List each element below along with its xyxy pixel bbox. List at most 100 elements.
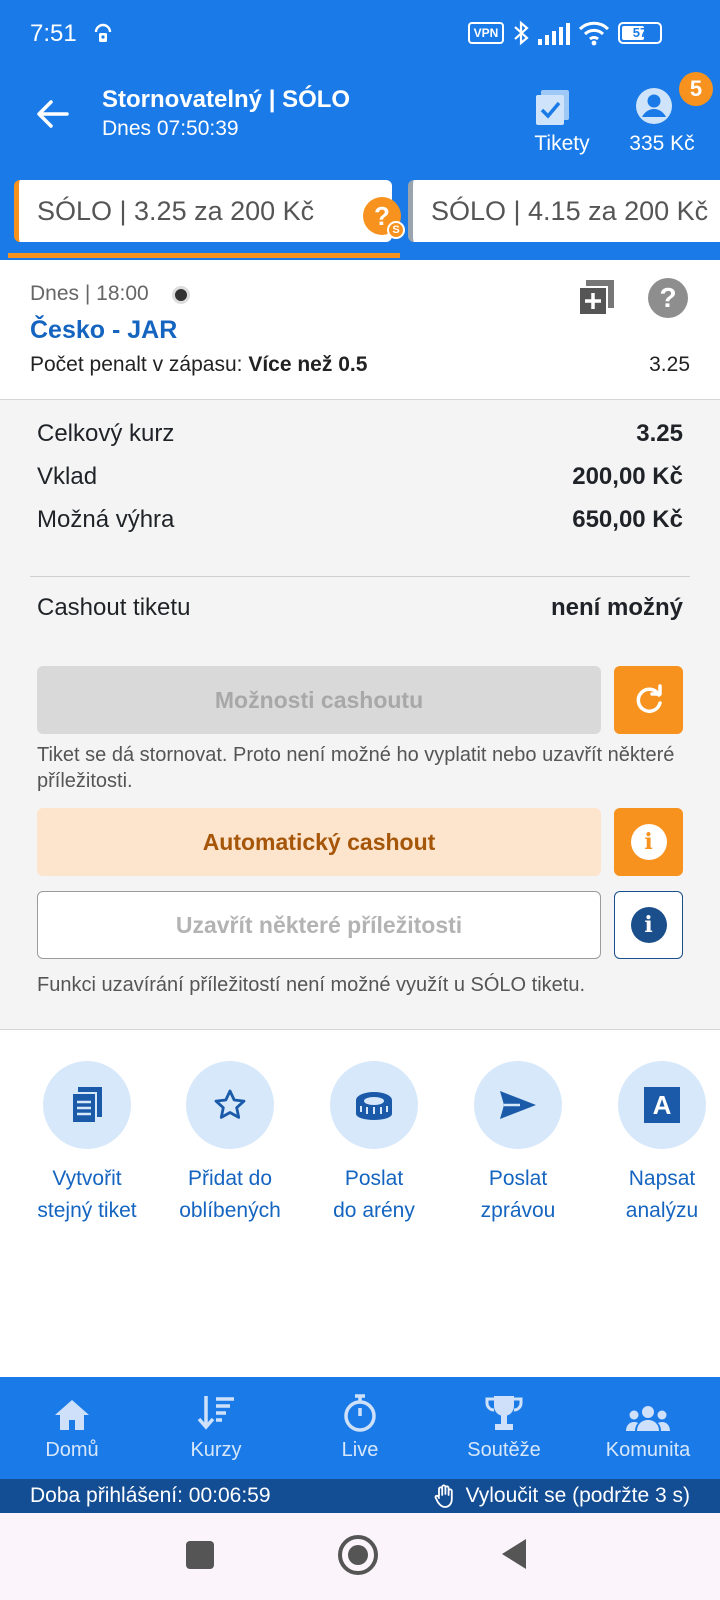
close-opportunities-info-button[interactable]: i bbox=[614, 891, 683, 959]
close-note: Funkci uzavírání příležitostí není možné… bbox=[37, 974, 586, 996]
battery-icon: 57 bbox=[618, 22, 662, 44]
stake-label: Vklad bbox=[37, 463, 98, 490]
solo-help-icon[interactable]: ? S bbox=[363, 197, 405, 239]
nav-live[interactable]: Live bbox=[288, 1377, 432, 1479]
session-time: Doba přihlášení: 00:06:59 bbox=[30, 1484, 271, 1507]
stake-value: 200,00 Kč bbox=[572, 463, 683, 490]
close-opportunities-button[interactable]: Uzavřít některé příležitosti bbox=[37, 891, 601, 959]
back-nav-button[interactable] bbox=[500, 1537, 528, 1576]
total-odds-row: Celkový kurz 3.25 bbox=[37, 420, 683, 454]
event-match[interactable]: Česko - JAR bbox=[30, 316, 177, 345]
nav-home[interactable]: Domů bbox=[0, 1377, 144, 1479]
auto-cashout-info-button[interactable]: i bbox=[614, 808, 683, 876]
bluetooth-icon bbox=[512, 20, 530, 51]
action-label-2b: oblíbených bbox=[179, 1199, 281, 1222]
bet-value: Více než 0.5 bbox=[248, 353, 368, 376]
recents-button[interactable] bbox=[186, 1541, 214, 1569]
tickets-label: Tikety bbox=[534, 132, 590, 155]
refresh-button[interactable] bbox=[614, 666, 683, 734]
battery-level: 57 bbox=[632, 25, 648, 40]
info-icon: i bbox=[630, 824, 667, 860]
event-date: Dnes | 18:00 bbox=[30, 282, 149, 305]
tickets-button[interactable]: Tikety bbox=[522, 80, 602, 160]
event-card: Dnes | 18:00 Česko - JAR Počet penalt v … bbox=[0, 260, 720, 400]
nav-community[interactable]: Komunita bbox=[576, 1377, 720, 1479]
help-icon[interactable]: ? bbox=[648, 278, 688, 318]
nav-odds-label: Kurzy bbox=[190, 1439, 242, 1461]
user-icon bbox=[636, 88, 672, 124]
possible-win-row: Možná výhra 650,00 Kč bbox=[37, 506, 683, 540]
tickets-icon bbox=[536, 90, 569, 125]
cashout-note: Tiket se dá stornovat. Proto není možné … bbox=[37, 744, 675, 792]
bet-label: Počet penalt v zápasu: bbox=[30, 353, 249, 376]
event-odd: 3.25 bbox=[649, 353, 690, 376]
session-bar: Doba přihlášení: 00:06:59 Vyloučit se (p… bbox=[0, 1479, 720, 1513]
hand-icon bbox=[434, 1484, 453, 1508]
community-icon bbox=[626, 1406, 670, 1431]
nav-competitions-label: Soutěže bbox=[467, 1439, 541, 1461]
action-label-4a: Poslat bbox=[488, 1167, 548, 1190]
copy-ticket-icon bbox=[43, 1061, 131, 1149]
cashout-label: Cashout tiketu bbox=[37, 594, 191, 621]
football-icon bbox=[172, 286, 190, 304]
send-to-arena-action[interactable]: Poslat do arény bbox=[304, 1061, 444, 1227]
add-to-favorites-action[interactable]: Přidat do oblíbených bbox=[160, 1061, 300, 1227]
wifi-icon bbox=[578, 20, 610, 51]
total-odds-value: 3.25 bbox=[636, 420, 683, 447]
action-label-5a: Napsat bbox=[628, 1167, 696, 1190]
signal-icon bbox=[537, 22, 571, 51]
possible-win-value: 650,00 Kč bbox=[572, 506, 683, 533]
action-label-1b: stejný tiket bbox=[37, 1199, 137, 1222]
tab-ticket-1-label: SÓLO | 3.25 za 200 Kč bbox=[37, 195, 315, 226]
star-icon bbox=[186, 1061, 274, 1149]
arrow-left-icon bbox=[37, 100, 69, 128]
bottom-navigation: Domů Kurzy Live Soutěže Komunita bbox=[0, 1377, 720, 1479]
home-button[interactable] bbox=[338, 1535, 378, 1575]
back-triangle-icon bbox=[502, 1539, 526, 1569]
total-odds-label: Celkový kurz bbox=[37, 420, 175, 447]
analysis-icon: A bbox=[618, 1061, 706, 1149]
cashout-value: není možný bbox=[550, 594, 683, 621]
send-message-action[interactable]: Poslat zprávou bbox=[448, 1061, 588, 1227]
tab-ticket-1[interactable]: SÓLO | 3.25 za 200 Kč ? S bbox=[14, 180, 405, 242]
tab-ticket-2-label: SÓLO | 4.15 za 200 Kč bbox=[431, 195, 709, 226]
send-icon bbox=[474, 1061, 562, 1149]
write-analysis-action[interactable]: A Napsat analýzu bbox=[592, 1061, 720, 1227]
auto-cashout-button[interactable]: Automatický cashout bbox=[37, 808, 601, 876]
hotspot-icon bbox=[92, 22, 114, 51]
ticket-actions: Vytvořit stejný tiket Přidat do oblíbených… bbox=[0, 1031, 720, 1377]
balance-label: 335 Kč bbox=[629, 132, 695, 155]
tab-ticket-2[interactable]: SÓLO | 4.15 za 200 Kč bbox=[408, 180, 720, 242]
system-navigation-bar bbox=[0, 1513, 720, 1600]
action-label-1a: Vytvořit bbox=[52, 1167, 122, 1190]
cashout-options-button[interactable]: Možnosti cashoutu bbox=[37, 666, 601, 734]
odds-icon bbox=[197, 1396, 234, 1430]
action-label-3a: Poslat bbox=[344, 1167, 404, 1190]
add-to-ticket-icon[interactable] bbox=[576, 278, 616, 318]
notification-badge: 5 bbox=[679, 72, 713, 106]
nav-competitions[interactable]: Soutěže bbox=[432, 1377, 576, 1479]
info-icon: i bbox=[630, 907, 667, 943]
self-exclusion-button[interactable]: Vyloučit se (podržte 3 s) bbox=[434, 1484, 690, 1508]
event-bet: Počet penalt v zápasu: Více než 0.5 bbox=[30, 353, 367, 377]
refresh-icon bbox=[636, 684, 662, 713]
possible-win-label: Možná výhra bbox=[37, 506, 175, 533]
action-label-3b: do arény bbox=[333, 1199, 415, 1222]
cashout-row: Cashout tiketu není možný bbox=[37, 594, 683, 628]
self-exclusion-label: Vyloučit se (podržte 3 s) bbox=[465, 1484, 690, 1507]
ticket-summary: Celkový kurz 3.25 Vklad 200,00 Kč Možná … bbox=[0, 400, 720, 1030]
create-same-ticket-action[interactable]: Vytvořit stejný tiket bbox=[17, 1061, 157, 1227]
active-tab-indicator bbox=[8, 253, 400, 258]
status-bar: 7:51 VPN 57 bbox=[0, 0, 720, 70]
stake-row: Vklad 200,00 Kč bbox=[37, 463, 683, 497]
back-button[interactable] bbox=[30, 92, 74, 136]
home-icon bbox=[55, 1400, 89, 1430]
vpn-icon: VPN bbox=[468, 22, 504, 44]
nav-odds[interactable]: Kurzy bbox=[144, 1377, 288, 1479]
nav-live-label: Live bbox=[341, 1439, 379, 1461]
nav-home-label: Domů bbox=[45, 1439, 99, 1461]
divider bbox=[30, 576, 690, 577]
stopwatch-icon bbox=[344, 1394, 376, 1432]
status-time: 7:51 bbox=[30, 20, 77, 47]
page-title: Stornovatelný | SÓLO bbox=[102, 86, 351, 113]
